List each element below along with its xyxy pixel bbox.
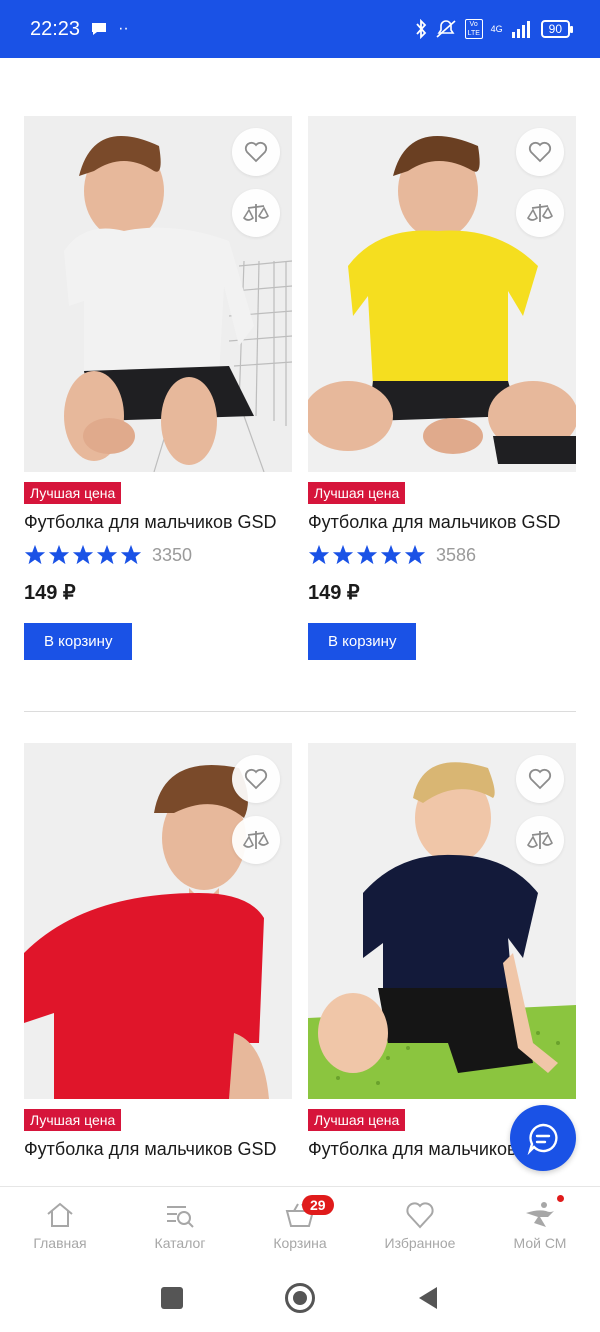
- row-divider: [24, 711, 576, 712]
- best-price-badge: Лучшая цена: [24, 482, 122, 504]
- status-bar: 22:23 ·· Vo LTE 4G 90: [0, 0, 600, 58]
- catalog-search-icon: [167, 1206, 194, 1228]
- compare-button[interactable]: [232, 189, 280, 237]
- product-card[interactable]: Лучшая цена Футболка для мальчиков GSD: [24, 743, 292, 1161]
- favorite-button[interactable]: [232, 128, 280, 176]
- product-grid: Лучшая цена Футболка для мальчиков GSD 3…: [0, 58, 600, 1186]
- star-icon: [96, 544, 118, 565]
- network-label: 4G: [490, 24, 503, 34]
- compare-button[interactable]: [516, 189, 564, 237]
- star-icon: [332, 544, 354, 565]
- best-price-badge: Лучшая цена: [308, 482, 406, 504]
- tab-cart[interactable]: 29 Корзина: [240, 1187, 360, 1264]
- best-price-badge: Лучшая цена: [24, 1109, 122, 1131]
- product-card[interactable]: Лучшая цена Футболка для мальчиков GSD 3…: [308, 116, 576, 660]
- chat-support-button[interactable]: [510, 1105, 576, 1171]
- scales-icon: [243, 831, 269, 849]
- tab-catalog[interactable]: Каталог: [120, 1187, 240, 1264]
- favorite-button[interactable]: [516, 128, 564, 176]
- star-icon: [356, 544, 378, 565]
- tab-label: Корзина: [273, 1235, 327, 1251]
- scales-icon: [527, 204, 553, 222]
- chat-bubble-icon: [92, 23, 107, 35]
- sportmaster-profile-icon: [526, 1202, 554, 1227]
- bluetooth-icon: [415, 19, 426, 39]
- star-icon: [120, 544, 142, 565]
- system-nav-bar: [0, 1264, 600, 1332]
- cart-count-badge: 29: [302, 1195, 334, 1215]
- product-image[interactable]: [24, 116, 292, 472]
- star-icon: [380, 544, 402, 565]
- bottom-tab-bar: Главная Каталог 29 Корзина Избранное Мой…: [0, 1186, 600, 1264]
- star-icon: [24, 544, 46, 565]
- favorite-button[interactable]: [516, 755, 564, 803]
- add-to-cart-button[interactable]: В корзину: [24, 623, 133, 660]
- chat-icon: [527, 1123, 558, 1155]
- compare-button[interactable]: [516, 816, 564, 864]
- heart-outline-icon: [244, 768, 268, 790]
- product-rating: 3586: [308, 544, 576, 566]
- product-image[interactable]: [308, 116, 576, 472]
- heart-outline-icon: [244, 141, 268, 163]
- volte-icon: Vo LTE: [464, 19, 483, 39]
- more-dots-icon: ··: [118, 20, 129, 37]
- signal-icon: [511, 21, 530, 38]
- home-button-dot: [293, 1291, 307, 1305]
- product-rating: 3350: [24, 544, 292, 566]
- heart-icon: [406, 1202, 434, 1229]
- product-image[interactable]: [24, 743, 292, 1099]
- star-icon: [48, 544, 70, 565]
- tab-label: Мой СМ: [513, 1235, 567, 1251]
- home-icon: [47, 1202, 73, 1227]
- tab-label: Главная: [33, 1235, 87, 1251]
- tab-home[interactable]: Главная: [0, 1187, 120, 1264]
- star-icon: [72, 544, 94, 565]
- compare-button[interactable]: [232, 816, 280, 864]
- tab-label: Каталог: [154, 1235, 206, 1251]
- product-image[interactable]: [308, 743, 576, 1099]
- product-card[interactable]: Лучшая цена Футболка для мальчиков GSD: [308, 743, 576, 1161]
- tab-my-sm[interactable]: Мой СМ: [480, 1187, 600, 1264]
- back-button[interactable]: [417, 1286, 439, 1310]
- product-title[interactable]: Футболка для мальчиков GSD: [24, 1137, 292, 1161]
- product-title[interactable]: Футболка для мальчиков GSD: [24, 510, 292, 534]
- favorite-button[interactable]: [232, 755, 280, 803]
- scales-icon: [527, 831, 553, 849]
- mute-icon: [436, 20, 456, 38]
- scales-icon: [243, 204, 269, 222]
- heart-outline-icon: [528, 141, 552, 163]
- home-button[interactable]: [285, 1283, 315, 1313]
- recent-apps-button[interactable]: [161, 1287, 183, 1309]
- star-icon: [308, 544, 330, 565]
- best-price-badge: Лучшая цена: [308, 1109, 406, 1131]
- product-price: 149 ₽: [24, 582, 76, 604]
- tab-favorites[interactable]: Избранное: [360, 1187, 480, 1264]
- product-price: 149 ₽: [308, 582, 360, 604]
- heart-outline-icon: [528, 768, 552, 790]
- product-title[interactable]: Футболка для мальчиков GSD: [308, 510, 576, 534]
- rating-count: 3350: [152, 544, 193, 565]
- tab-label: Избранное: [384, 1235, 456, 1251]
- battery-icon: 90: [540, 20, 574, 38]
- add-to-cart-button[interactable]: В корзину: [308, 623, 417, 660]
- star-icon: [404, 544, 426, 565]
- product-card[interactable]: Лучшая цена Футболка для мальчиков GSD 3…: [24, 116, 292, 660]
- rating-count: 3586: [436, 544, 477, 565]
- notification-dot: [557, 1195, 564, 1202]
- status-time: 22:23: [30, 17, 81, 40]
